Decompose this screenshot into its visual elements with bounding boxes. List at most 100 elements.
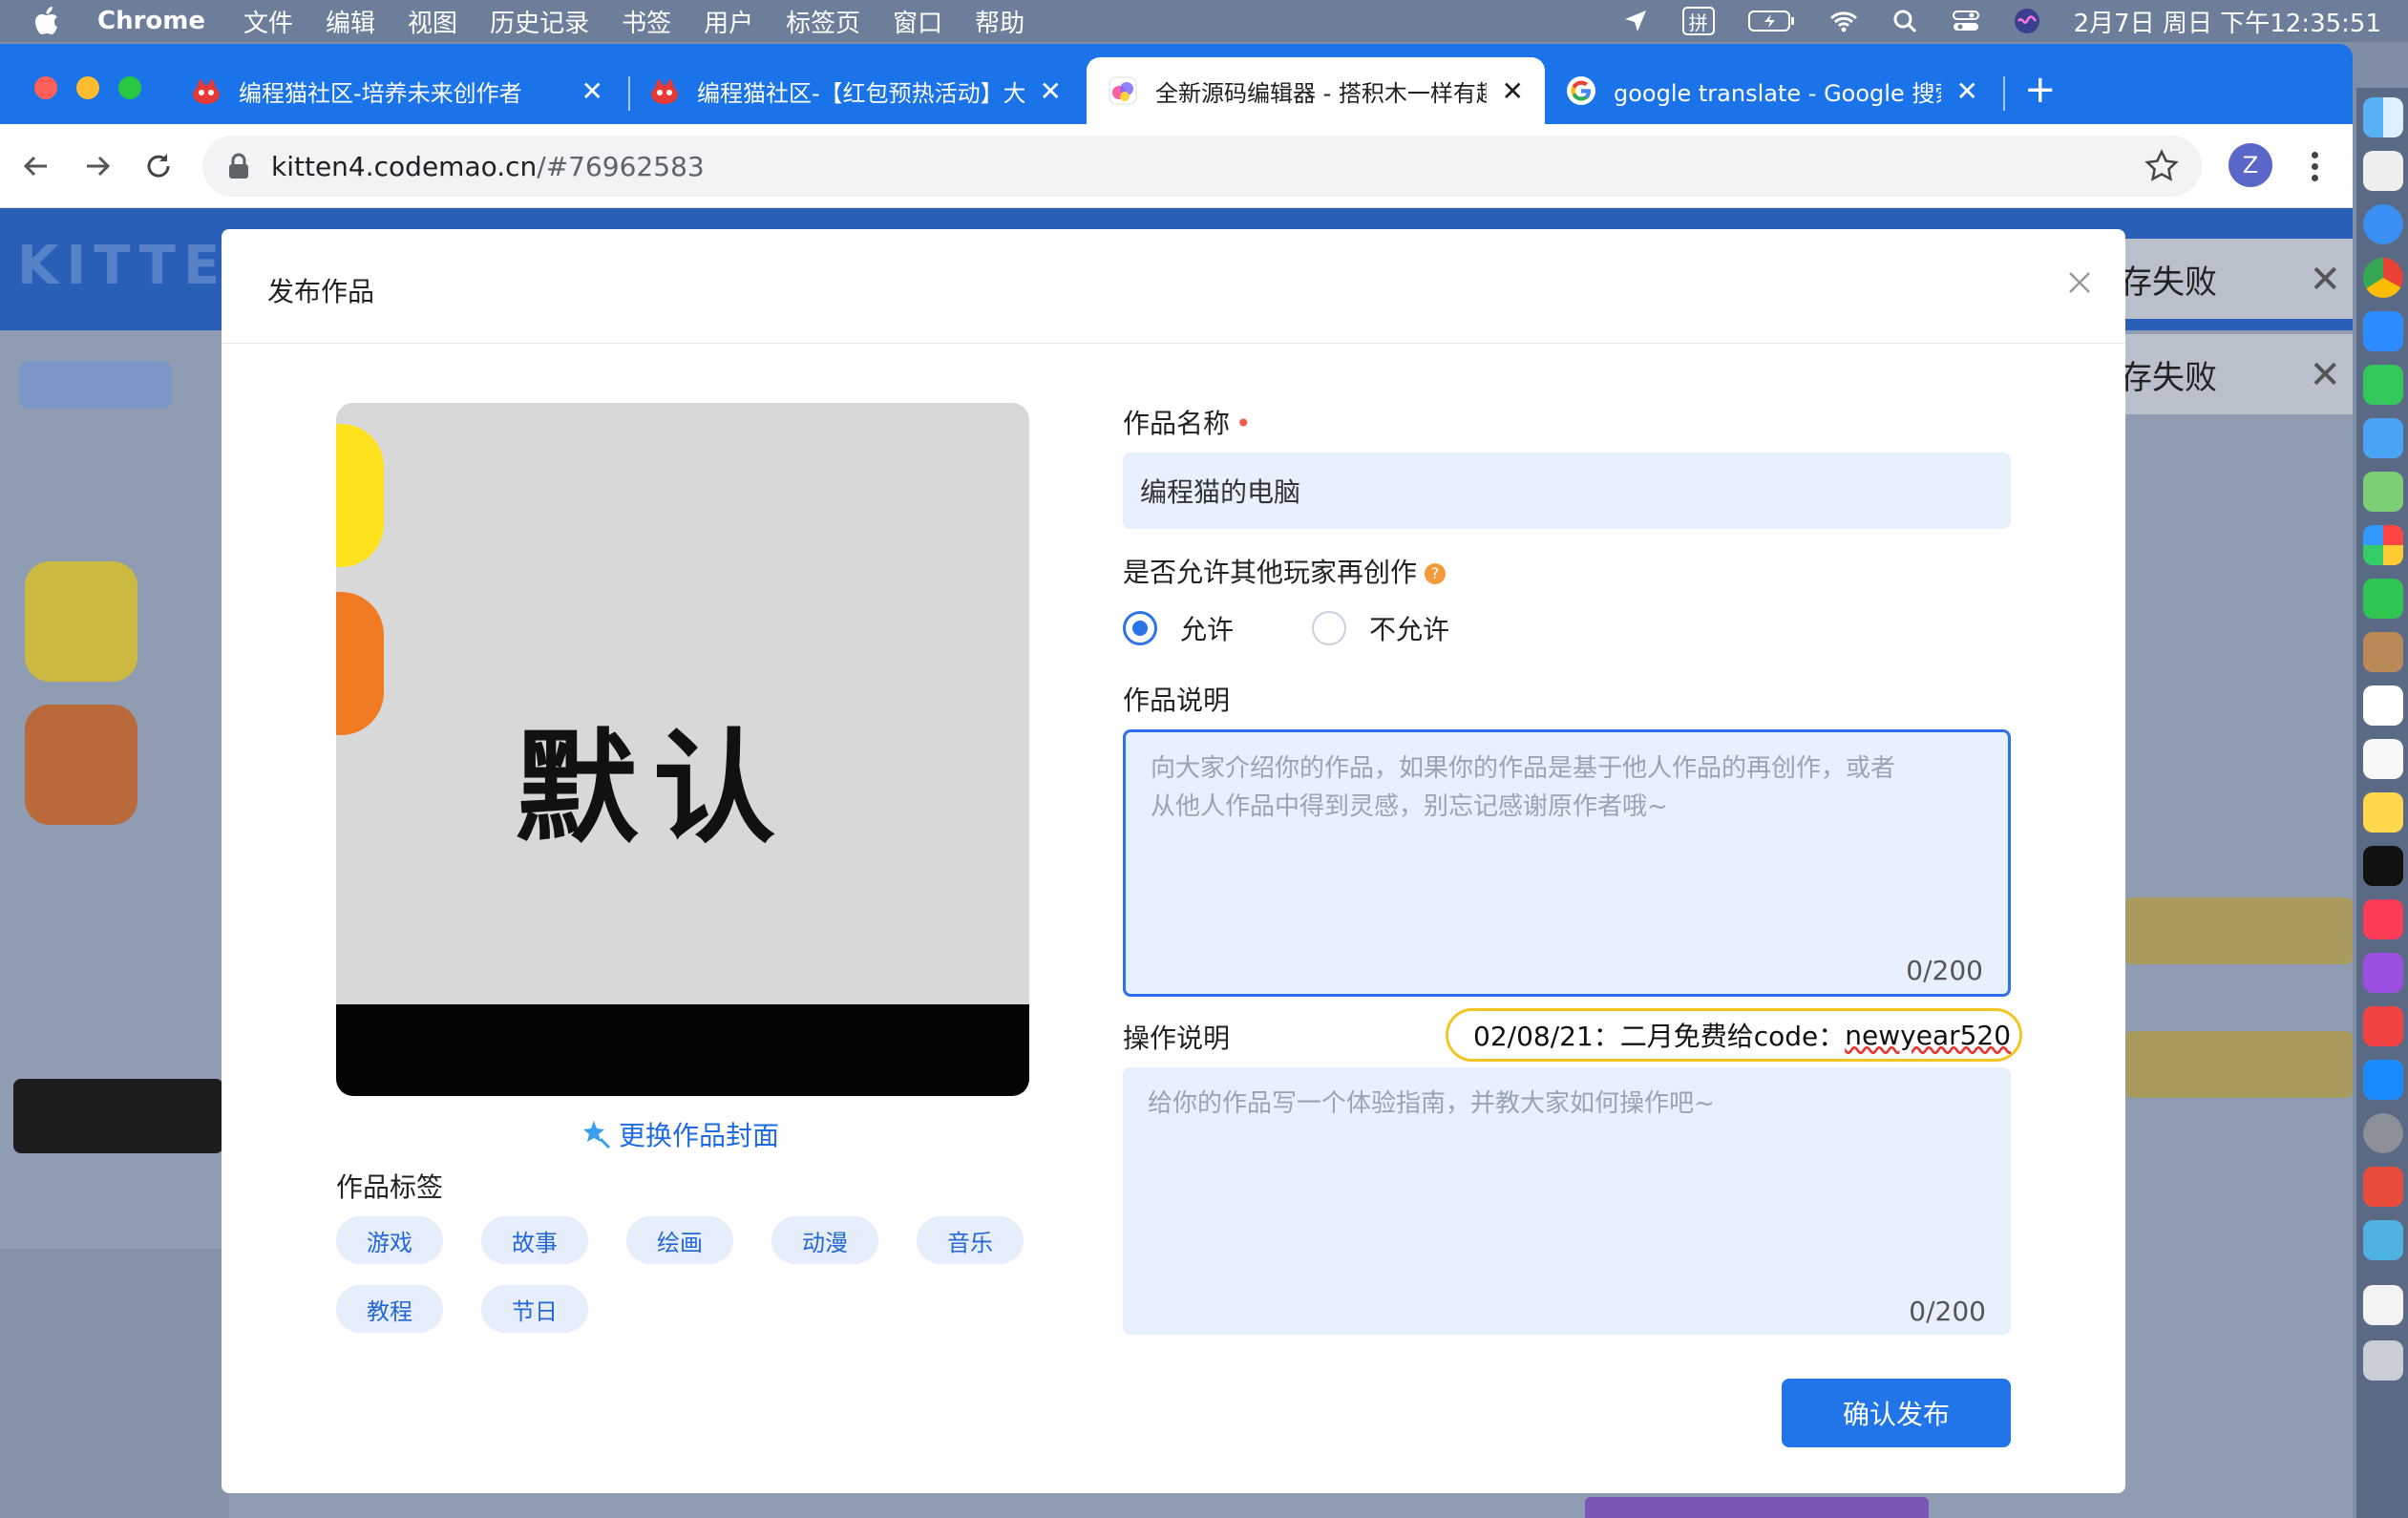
photos-icon[interactable]: [2363, 525, 2403, 565]
spotlight-search-icon[interactable]: [1890, 7, 1919, 35]
launchpad-icon[interactable]: [2363, 151, 2403, 191]
apple-menu-icon[interactable]: [32, 7, 61, 35]
control-center-icon[interactable]: [1952, 7, 1980, 35]
tab-close-icon[interactable]: ✕: [1040, 75, 1062, 107]
chrome-menu-icon[interactable]: [2295, 145, 2334, 187]
menu-window[interactable]: 窗口: [893, 4, 942, 39]
change-cover-link[interactable]: 更换作品封面: [581, 1115, 779, 1153]
radio-allow[interactable]: 允许: [1123, 609, 1234, 647]
description-textarea[interactable]: 向大家介绍你的作品，如果你的作品是基于他人作品的再创作，或者 从他人作品中得到灵…: [1123, 729, 2011, 997]
zoom-window-button[interactable]: [118, 76, 141, 99]
kitten-app-icon[interactable]: [2363, 1220, 2403, 1260]
instructions-textarea[interactable]: 给你的作品写一个体验指南，并教大家如何操作吧~ 0/200: [1123, 1067, 2011, 1335]
siri-icon[interactable]: [2013, 7, 2041, 35]
trash-icon[interactable]: [2363, 1340, 2403, 1381]
menu-bar-status-area: 拼 2月7日 周日 下午12:35:51: [1621, 0, 2381, 42]
bookmark-star-icon[interactable]: [2144, 149, 2179, 183]
help-icon[interactable]: ?: [1425, 562, 1447, 584]
minimize-window-button[interactable]: [76, 76, 99, 99]
maps-icon[interactable]: [2363, 472, 2403, 512]
radio-button-checked[interactable]: [1123, 611, 1157, 645]
tab-google-translate[interactable]: google translate - Google 搜索 ✕: [1545, 57, 1999, 124]
notes-icon[interactable]: [2363, 792, 2403, 833]
tag-anime[interactable]: 动漫: [771, 1216, 878, 1264]
battery-icon[interactable]: [1747, 7, 1797, 35]
work-name-value: 编程猫的电脑: [1140, 476, 1301, 508]
menu-edit[interactable]: 编辑: [326, 4, 375, 39]
messages-icon[interactable]: [2363, 365, 2403, 405]
tab-close-icon[interactable]: ✕: [1502, 75, 1524, 107]
tab-close-icon[interactable]: ✕: [581, 75, 603, 107]
apple-tv-icon[interactable]: [2363, 846, 2403, 886]
safari-icon[interactable]: [2363, 204, 2403, 244]
wifi-icon[interactable]: [1829, 7, 1858, 35]
tab-codemao-community[interactable]: 编程猫社区-培养未来创作者 ✕: [170, 57, 624, 124]
news-icon[interactable]: [2363, 1006, 2403, 1046]
reminders-icon[interactable]: [2363, 739, 2403, 779]
lock-icon[interactable]: [227, 153, 250, 179]
toast-close-icon[interactable]: ✕: [2309, 353, 2341, 397]
tab-strip: 编程猫社区-培养未来创作者 ✕ 编程猫社区-【红包预热活动】大 ✕ 全新源码编辑…: [0, 44, 2353, 124]
radio-disallow[interactable]: 不允许: [1312, 609, 1449, 647]
tab-kitten-editor[interactable]: 全新源码编辑器 - 搭积木一样有趣 ✕: [1087, 57, 1545, 124]
work-name-input[interactable]: 编程猫的电脑: [1123, 453, 2011, 529]
music-icon[interactable]: [2363, 899, 2403, 939]
menu-people[interactable]: 用户: [704, 4, 753, 39]
tag-game[interactable]: 游戏: [336, 1216, 443, 1264]
radio-allow-label: 允许: [1180, 614, 1235, 645]
profile-avatar[interactable]: Z: [2228, 143, 2272, 187]
finder-icon[interactable]: [2363, 97, 2403, 137]
editor-block-bar: [2124, 897, 2353, 964]
browser-toolbar: kitten4.codemao.cn/#76962583 Z: [0, 124, 2353, 208]
menu-bar-clock[interactable]: 2月7日 周日 下午12:35:51: [2074, 4, 2381, 39]
document-icon[interactable]: [2363, 1285, 2403, 1325]
tab-codemao-event[interactable]: 编程猫社区-【红包预热活动】大 ✕: [628, 57, 1083, 124]
url-path: /#76962583: [537, 150, 705, 182]
toast-close-icon[interactable]: ✕: [2309, 258, 2341, 302]
mail-icon[interactable]: [2363, 418, 2403, 458]
tag-music[interactable]: 音乐: [917, 1216, 1024, 1264]
address-bar[interactable]: kitten4.codemao.cn/#76962583: [202, 136, 2202, 197]
forward-button[interactable]: [76, 145, 118, 187]
tab-close-icon[interactable]: ✕: [1956, 75, 1978, 107]
input-method-label: 拼: [1688, 11, 1708, 34]
arrow-left-icon: [23, 156, 47, 177]
tag-drawing[interactable]: 绘画: [626, 1216, 733, 1264]
editor-menu-pill: [19, 361, 172, 409]
save-failed-toast: 存失败 ✕: [2101, 239, 2353, 319]
codemao-app-icon[interactable]: [2363, 1167, 2403, 1207]
menu-tab[interactable]: 标签页: [786, 4, 860, 39]
tag-story[interactable]: 故事: [481, 1216, 588, 1264]
tab-label: 编程猫社区-培养未来创作者: [239, 79, 522, 107]
chrome-icon[interactable]: [2363, 258, 2403, 298]
back-button[interactable]: [15, 145, 57, 187]
podcasts-icon[interactable]: [2363, 953, 2403, 993]
tag-holiday[interactable]: 节日: [481, 1285, 588, 1333]
radio-button-unchecked[interactable]: [1312, 611, 1346, 645]
app-store-icon[interactable]: [2363, 1060, 2403, 1100]
system-preferences-icon[interactable]: [2363, 1113, 2403, 1153]
zoom-icon[interactable]: [2363, 311, 2403, 351]
google-favicon: [1567, 76, 1595, 105]
input-method-icon[interactable]: 拼: [1681, 7, 1715, 35]
calendar-icon[interactable]: [2363, 685, 2403, 726]
menu-help[interactable]: 帮助: [975, 4, 1024, 39]
contacts-icon[interactable]: [2363, 632, 2403, 672]
close-window-button[interactable]: [34, 76, 57, 99]
remix-label: 是否允许其他玩家再创作: [1123, 557, 1418, 588]
menu-history[interactable]: 历史记录: [490, 4, 589, 39]
new-tab-button[interactable]: +: [2024, 71, 2057, 109]
instructions-counter: 0/200: [1909, 1296, 1986, 1327]
menu-app-name[interactable]: Chrome: [97, 7, 205, 35]
confirm-publish-button[interactable]: 确认发布: [1782, 1379, 2011, 1447]
location-arrow-icon[interactable]: [1621, 7, 1650, 35]
menu-file[interactable]: 文件: [243, 4, 293, 39]
menu-bookmarks[interactable]: 书签: [622, 4, 671, 39]
tag-tutorial[interactable]: 教程: [336, 1285, 443, 1333]
macos-dock: [2356, 88, 2408, 1518]
close-icon[interactable]: [2062, 265, 2097, 300]
reload-button[interactable]: [137, 145, 180, 187]
menu-view[interactable]: 视图: [408, 4, 457, 39]
description-counter: 0/200: [1906, 955, 1983, 986]
facetime-icon[interactable]: [2363, 579, 2403, 619]
